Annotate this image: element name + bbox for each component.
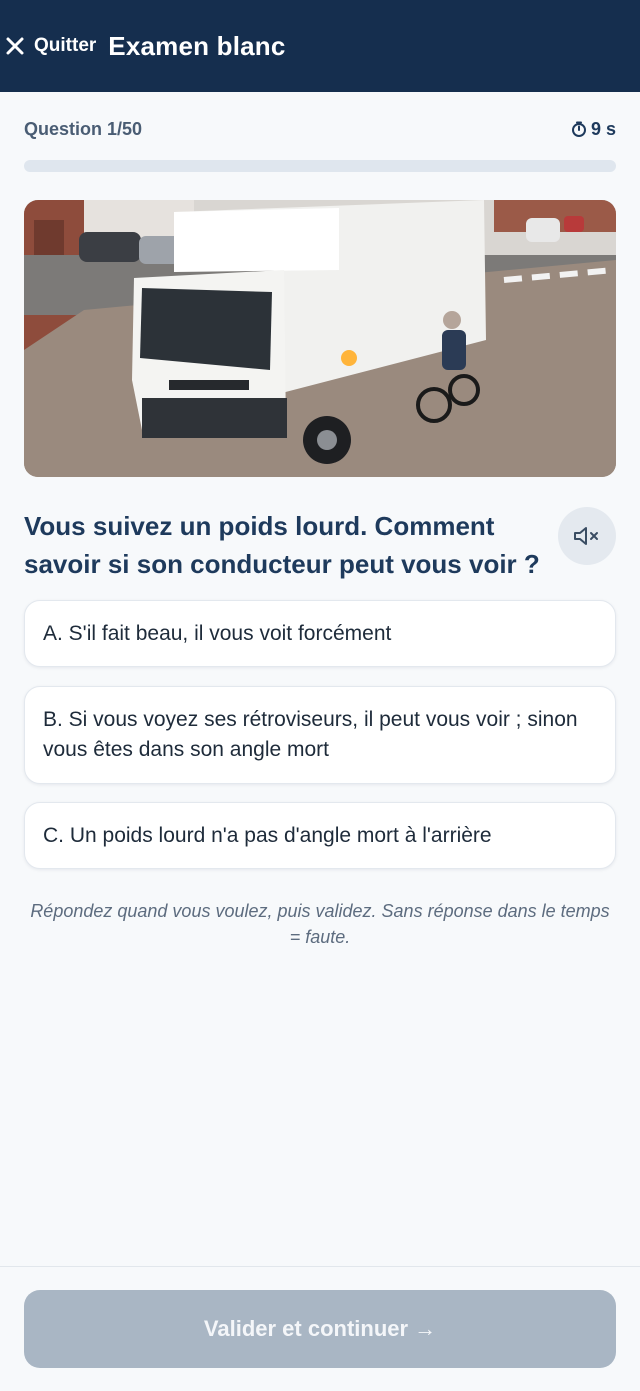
speaker-muted-icon <box>572 524 602 548</box>
audio-toggle-button[interactable] <box>558 507 616 565</box>
instruction-hint: Répondez quand vous voulez, puis validez… <box>30 901 610 947</box>
question-counter: Question 1/50 <box>24 118 143 139</box>
answer-option-b[interactable]: B. Si vous voyez ses rétroviseurs, il pe… <box>24 686 616 784</box>
close-icon <box>4 35 26 57</box>
top-bar: Quitter Examen blanc <box>0 0 640 92</box>
progress-bar <box>24 160 616 172</box>
question-image <box>24 200 616 477</box>
answer-option-a[interactable]: A. S'il fait beau, il vous voit forcémen… <box>24 600 616 667</box>
question-text: Vous suivez un poids lourd. Comment savo… <box>24 511 540 579</box>
timer: 9 s <box>571 119 616 140</box>
arrow-right-icon: → <box>414 1316 437 1341</box>
stopwatch-icon <box>571 121 587 137</box>
answer-label: C. Un poids lourd n'a pas d'angle mort à… <box>43 823 492 847</box>
question-status-row: Question 1/50 9 s <box>24 116 616 142</box>
timer-value: 9 s <box>590 118 616 139</box>
quit-label: Quitter <box>34 35 97 56</box>
page-title: Examen blanc <box>108 30 286 61</box>
validate-label: Valider et continuer <box>203 1316 409 1341</box>
quit-button[interactable]: Quitter <box>4 26 102 66</box>
answer-option-c[interactable]: C. Un poids lourd n'a pas d'angle mort à… <box>24 802 616 869</box>
answer-label: A. S'il fait beau, il vous voit forcémen… <box>43 621 392 645</box>
validate-continue-button[interactable]: Valider et continuer → <box>24 1290 616 1368</box>
answer-label: B. Si vous voyez ses rétroviseurs, il pe… <box>43 708 578 761</box>
